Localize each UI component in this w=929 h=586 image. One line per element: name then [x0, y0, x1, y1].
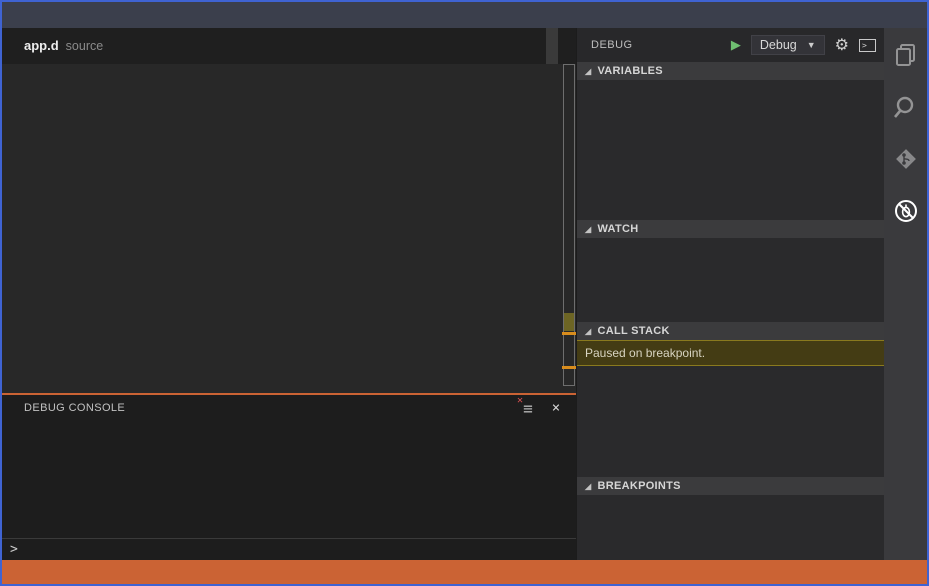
main-area: app.d source DEBUG CONSOLE ≡ ✕ × > DEBUG… — [2, 28, 927, 560]
prompt-chevron: > — [10, 542, 18, 557]
variables-list — [577, 80, 884, 220]
twist-icon: ◢ — [585, 326, 592, 336]
call-stack-list: Paused on breakpoint. — [577, 340, 884, 477]
close-panel-icon[interactable]: × — [548, 400, 564, 416]
overview-mark-peek-top — [562, 332, 576, 335]
debug-sidebar-title: DEBUG — [591, 39, 633, 51]
twist-icon: ◢ — [585, 224, 592, 234]
breakpoints-section-header[interactable]: ◢ BREAKPOINTS — [577, 477, 884, 495]
watch-section: ◢ WATCH — [577, 220, 884, 322]
debug-console-title: DEBUG CONSOLE — [24, 402, 126, 414]
clear-console-icon[interactable]: ≡ ✕ — [517, 395, 538, 418]
editor-column: app.d source DEBUG CONSOLE ≡ ✕ × > — [2, 28, 576, 560]
debug-config-name: Debug — [759, 38, 797, 52]
explorer-icon[interactable] — [893, 42, 919, 68]
debug-console-panel: DEBUG CONSOLE ≡ ✕ × > — [2, 393, 576, 560]
debug-console-output — [2, 421, 576, 423]
code-area — [2, 64, 576, 66]
tab-app-d[interactable]: app.d source — [2, 28, 117, 64]
overview-mark-currentline — [564, 313, 574, 331]
source-control-icon[interactable] — [893, 146, 919, 172]
breakpoints-section: ◢ BREAKPOINTS — [577, 477, 884, 560]
code-editor[interactable] — [2, 64, 576, 393]
overview-mark-peek-bottom — [562, 366, 576, 369]
debug-sidebar-header: DEBUG ▶ Debug ▼ ⚙ > — [577, 28, 884, 62]
debug-config-dropdown[interactable]: Debug ▼ — [750, 35, 825, 55]
twist-icon: ◢ — [585, 66, 592, 76]
start-debug-icon[interactable]: ▶ — [731, 37, 741, 53]
watch-label: WATCH — [597, 223, 639, 235]
breakpoints-list — [577, 495, 884, 560]
twist-icon: ◢ — [585, 481, 592, 491]
editor-scrollbar[interactable] — [562, 64, 576, 393]
watch-section-header[interactable]: ◢ WATCH — [577, 220, 884, 238]
debug-console-header: DEBUG CONSOLE ≡ ✕ × — [2, 395, 576, 421]
watch-list — [577, 238, 884, 322]
variables-label: VARIABLES — [597, 65, 663, 77]
gear-icon[interactable]: ⚙ — [835, 35, 849, 55]
breakpoints-label: BREAKPOINTS — [597, 480, 681, 492]
search-icon[interactable] — [893, 94, 919, 120]
call-stack-label: CALL STACK — [597, 325, 670, 337]
clear-lines-glyph: ≡ — [523, 398, 533, 418]
tab-bar: app.d source — [2, 28, 576, 64]
chevron-down-icon: ▼ — [806, 40, 816, 50]
variables-section: ◢ VARIABLES — [577, 62, 884, 220]
vscode-window: app.d source DEBUG CONSOLE ≡ ✕ × > DEBUG… — [0, 0, 929, 586]
debug-console-input[interactable]: > — [2, 538, 576, 560]
call-stack-section-header[interactable]: ◢ CALL STACK — [577, 322, 884, 340]
scrollbar-thumb[interactable] — [563, 64, 575, 387]
clear-x-glyph: ✕ — [517, 394, 524, 406]
debug-sidebar: DEBUG ▶ Debug ▼ ⚙ > ◢ VARIABLES ◢ WATCH … — [576, 28, 884, 560]
paused-status-banner: Paused on breakpoint. — [577, 340, 884, 366]
tab-file-hint: source — [65, 39, 104, 53]
menu-bar — [2, 2, 927, 28]
debug-toolbar — [546, 28, 558, 64]
tab-file-name: app.d — [24, 38, 59, 53]
activity-bar — [884, 28, 927, 560]
call-stack-section: ◢ CALL STACK Paused on breakpoint. — [577, 322, 884, 477]
debug-icon[interactable] — [893, 198, 919, 224]
open-repl-icon[interactable]: > — [859, 38, 876, 52]
variables-section-header[interactable]: ◢ VARIABLES — [577, 62, 884, 80]
status-bar — [2, 560, 927, 584]
